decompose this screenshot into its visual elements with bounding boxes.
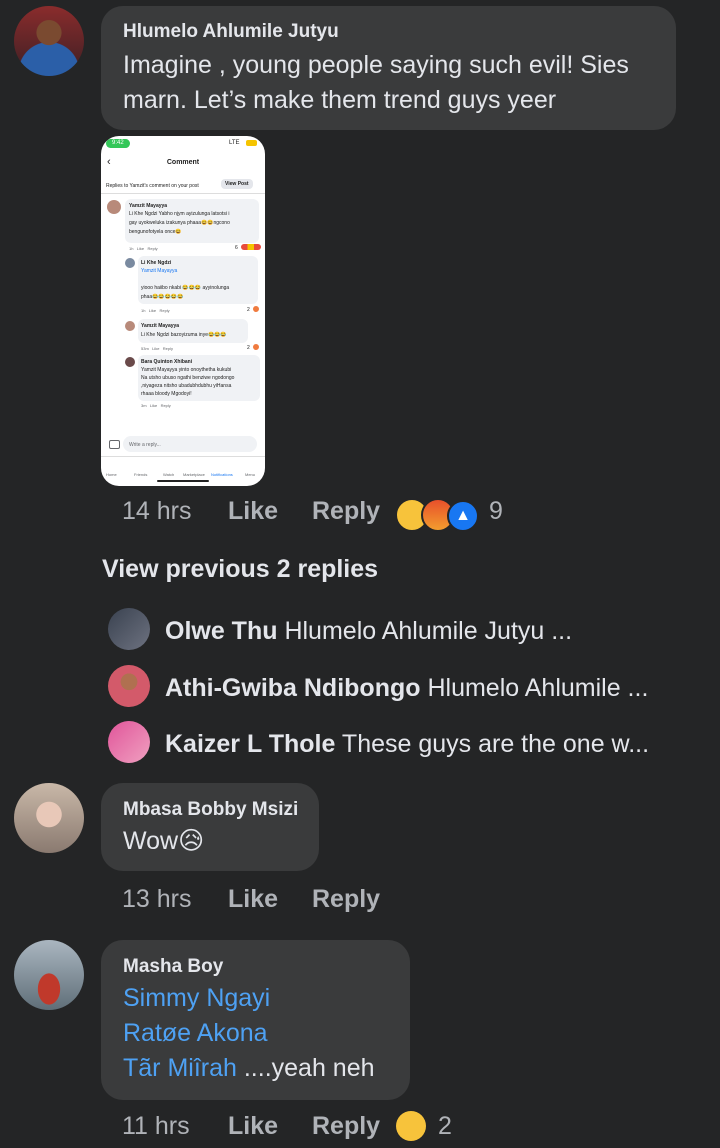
mention-link[interactable]: Yamzit Mayayya — [141, 267, 177, 275]
comment-bubble: Masha Boy Simmy Ngayi Ratøe Akona Tãr Mi… — [101, 940, 410, 1100]
status-time: 9:42 — [106, 139, 130, 148]
comment-text-line: Li Khe Ngdzi bazoyizuma inye😂😂😂 — [141, 332, 227, 338]
comment-text-line: marn. Let’s make them trend guys yeer — [123, 86, 557, 114]
comment-meta: 53m Like Reply — [141, 346, 174, 351]
reaction-count: 2 — [247, 345, 250, 351]
comment-author: Li Khe Ngdzi — [141, 260, 172, 266]
comment-author: Bara Quinton Xhibani — [141, 359, 193, 365]
camera-icon[interactable] — [109, 440, 120, 449]
divider — [101, 456, 265, 457]
reaction-count: 2 — [438, 1112, 452, 1140]
replies-subheader: Replies to Yamzit's comment on your post — [106, 183, 199, 189]
nav-menu[interactable]: Menu — [245, 471, 255, 479]
comment-time[interactable]: 13 hrs — [122, 885, 191, 914]
reply-button[interactable]: Reply — [312, 885, 380, 914]
thumbs-up-icon: ▲ — [447, 500, 479, 532]
nav-notifications[interactable]: Notifications — [211, 471, 233, 479]
nav-marketplace[interactable]: Marketplace — [183, 471, 205, 479]
comment-meta: 1h Like Reply — [141, 308, 170, 313]
crying-face-icon — [253, 344, 259, 350]
comment-text-line: Imagine , young people saying such evil!… — [123, 51, 629, 79]
divider — [101, 193, 265, 194]
comment-text-line: bengunofotyela once😆 — [129, 229, 182, 235]
home-indicator — [157, 480, 209, 482]
like-button[interactable]: Like — [228, 497, 278, 526]
comment-time[interactable]: 14 hrs — [122, 497, 191, 526]
crying-face-icon[interactable] — [396, 1111, 426, 1141]
reply-author: Kaizer L Thole — [165, 730, 336, 758]
reply-snippet: Hlumelo Ahlumile Jutyu ... — [284, 617, 573, 645]
reply-preview[interactable]: Athi-Gwiba Ndibongo Hlumelo Ahlumile ... — [165, 674, 705, 703]
view-post-button[interactable]: View Post — [221, 179, 253, 189]
screen-title: Comment — [166, 159, 200, 166]
reply-author: Olwe Thu — [165, 617, 278, 645]
reply-preview[interactable]: Olwe Thu Hlumelo Ahlumile Jutyu ... — [165, 617, 705, 646]
comment-bubble: Hlumelo Ahlumile Jutyu Imagine , young p… — [101, 6, 676, 130]
nav-home[interactable]: Home — [106, 471, 117, 479]
reply-button[interactable]: Reply — [312, 1112, 380, 1141]
reaction-count: 2 — [247, 307, 250, 313]
comment-text-line: rhaaa bloody Mgodoyi! — [141, 391, 192, 397]
avatar[interactable] — [125, 321, 135, 331]
avatar-olwe[interactable] — [108, 608, 150, 650]
reactions-summary[interactable]: ▲ — [395, 496, 485, 532]
comment-author: Yamzit Mayayya — [129, 203, 168, 209]
nav-friends[interactable]: Friends — [134, 471, 147, 479]
avatar-hlumelo[interactable] — [14, 6, 84, 76]
reaction-icons — [241, 244, 261, 250]
comment-author: Yamzit Mayayya — [141, 323, 180, 329]
like-button[interactable]: Like — [228, 885, 278, 914]
reply-snippet: Hlumelo Ahlumile ... — [427, 674, 649, 702]
mention-link[interactable]: Simmy Ngayi — [123, 981, 270, 1016]
mention-link[interactable]: Ratøe Akona — [123, 1016, 268, 1051]
comment-text-line: Tãr Miîrah ....yeah neh — [123, 1051, 375, 1086]
avatar-mbasa[interactable] — [14, 783, 84, 853]
reply-input-placeholder: Write a reply... — [129, 442, 161, 448]
reaction-count: 6 — [235, 245, 238, 251]
avatar-masha[interactable] — [14, 940, 84, 1010]
comment-author[interactable]: Hlumelo Ahlumile Jutyu — [123, 21, 339, 43]
comment-time[interactable]: 11 hrs — [122, 1112, 190, 1141]
view-previous-replies-link[interactable]: View previous 2 replies — [102, 555, 378, 584]
comment-author[interactable]: Masha Boy — [123, 956, 223, 978]
attached-screenshot-image[interactable]: 9:42 LTE ‹ Comment Replies to Yamzit's c… — [101, 136, 265, 486]
comment-author[interactable]: Mbasa Bobby Msizi — [123, 799, 298, 821]
comment-text-line: ,niyageza nitsho ubadubhdubhu yiHansa — [141, 383, 232, 389]
comment-text: ....yeah neh — [236, 1054, 375, 1082]
comment-meta: 3m Like Reply — [141, 403, 171, 408]
avatar-kaizer[interactable] — [108, 721, 150, 763]
comment-text-line: Li Khe Ngdzi Yabho njym ayizulunga latso… — [129, 211, 230, 217]
avatar[interactable] — [125, 357, 135, 367]
status-network: LTE — [229, 140, 240, 146]
comment-text-line: phaa😂😂😂😂😂 — [141, 294, 184, 300]
like-button[interactable]: Like — [228, 1112, 278, 1141]
reply-button[interactable]: Reply — [312, 497, 380, 526]
avatar[interactable] — [107, 200, 121, 214]
comment-text-line: Na utsho ubuso ngathi benziwe ngodongo — [141, 375, 235, 381]
battery-icon — [246, 140, 257, 146]
reply-preview[interactable]: Kaizer L Thole These guys are the one w.… — [165, 730, 705, 759]
mention-link[interactable]: Tãr Miîrah — [123, 1054, 237, 1082]
reply-author: Athi-Gwiba Ndibongo — [165, 674, 421, 702]
comment-text: Wow😥 — [123, 827, 205, 855]
crying-face-icon — [253, 306, 259, 312]
comment-text-line: gay uyokweluka izakunya phaaa😆😆ngcono — [129, 220, 230, 226]
reply-snippet: These guys are the one w... — [341, 730, 650, 758]
avatar-athi[interactable] — [108, 665, 150, 707]
comment-meta: 1h Like Reply — [129, 246, 158, 251]
reaction-count: 9 — [489, 497, 503, 525]
comment-text-line: yiooo haiibo nkabi 😂😂😂 ayyinolunga — [141, 285, 230, 291]
nav-watch[interactable]: Watch — [163, 471, 174, 479]
comment-bubble: Mbasa Bobby Msizi Wow😥 — [101, 783, 319, 871]
comment-text-line: Yamzit Mayayya yinto onoythetha kukubi — [141, 367, 232, 373]
avatar[interactable] — [125, 258, 135, 268]
